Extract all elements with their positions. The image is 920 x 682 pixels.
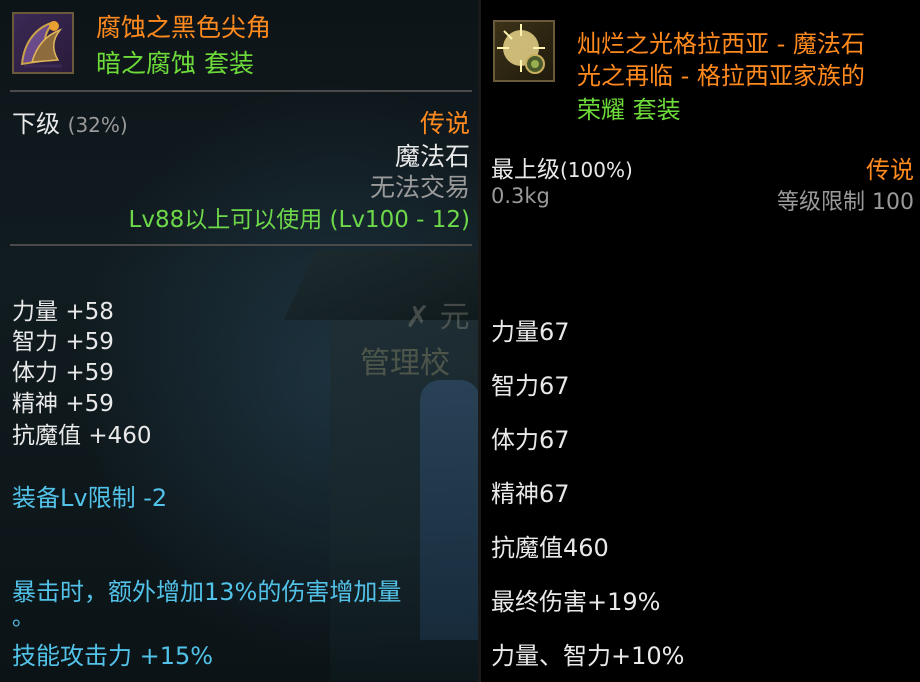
background-sign: 管理校 [360, 346, 450, 381]
item-name: 腐蚀之黑色尖角 [96, 13, 272, 42]
divider-top [10, 90, 472, 92]
stat-value: +460 [88, 423, 152, 449]
grade-text: 下级 [12, 110, 60, 138]
weight: 0.3kg [491, 184, 550, 208]
stat-row: 精神 +59 [12, 384, 114, 418]
rarity: 传说 [419, 109, 470, 138]
background-sign-top: ✗ 元 [405, 300, 470, 335]
stat-value: +59 [65, 360, 114, 386]
tooltip-left: ✗ 元 管理校 腐蚀之黑色尖角 暗之腐蚀 套装 下级 (32%) 传说 魔法石 … [0, 0, 478, 682]
stat-row: 力量、智力+10% [491, 642, 685, 670]
stat-name: 抗魔值 [12, 423, 81, 449]
level-requirement: Lv88以上可以使用 (Lv100 - 12) [128, 207, 470, 233]
trade-status: 无法交易 [369, 173, 470, 202]
stat-row: 抗魔值 +460 [12, 416, 151, 450]
grade-label: 下级 (32%) [12, 104, 128, 139]
grade-label: 最上级(100%) [491, 150, 633, 184]
item-name-line-2: 光之再临 - 格拉西亚家族的 [577, 56, 865, 91]
item-name-line-1: 灿烂之光格拉西亚 - 魔法石 [577, 30, 865, 58]
stat-row: 最终伤害+19% [491, 588, 661, 616]
divider-mid [10, 244, 472, 246]
grade-percent: (100%) [560, 158, 633, 182]
stat-value: +59 [65, 329, 114, 355]
equip-level-limit: 装备Lv限制 -2 [12, 484, 168, 512]
stat-name: 体力 [12, 360, 58, 386]
stat-row: 体力67 [491, 426, 570, 454]
stat-row: 力量67 [491, 318, 570, 346]
rarity: 传说 [866, 156, 914, 184]
skill-attack-effect: 技能攻击力 +15% [12, 642, 214, 670]
stat-row: 力量 +58 [12, 292, 114, 326]
set-name: 荣耀 套装 [577, 96, 681, 124]
stat-value: +59 [65, 391, 114, 417]
tooltip-right: 灿烂之光格拉西亚 - 魔法石 光之再临 - 格拉西亚家族的 荣耀 套装 最上级(… [481, 0, 920, 682]
effect-line-end: 。 [12, 606, 35, 631]
stat-name: 精神 [12, 391, 58, 417]
grade-text: 最上级 [491, 157, 560, 183]
stat-name: 智力 [12, 329, 58, 355]
radiant-stone-icon [493, 20, 555, 82]
stat-row: 体力 +59 [12, 353, 114, 387]
background-figure [420, 380, 478, 640]
item-name-line-2-text: 光之再临 - 格拉西亚家族的 [577, 62, 865, 90]
effect-line: 暴击时，额外增加13%的伤害增加量 [12, 578, 402, 606]
dark-horn-icon [12, 12, 74, 74]
set-name: 暗之腐蚀 套装 [96, 49, 254, 78]
level-limit: 等级限制 100 [777, 190, 914, 215]
stat-row: 智力 +59 [12, 322, 114, 356]
stat-row: 智力67 [491, 372, 570, 400]
stat-row: 精神67 [491, 480, 570, 508]
grade-percent: (32%) [67, 113, 128, 137]
stat-row: 抗魔值460 [491, 534, 609, 562]
